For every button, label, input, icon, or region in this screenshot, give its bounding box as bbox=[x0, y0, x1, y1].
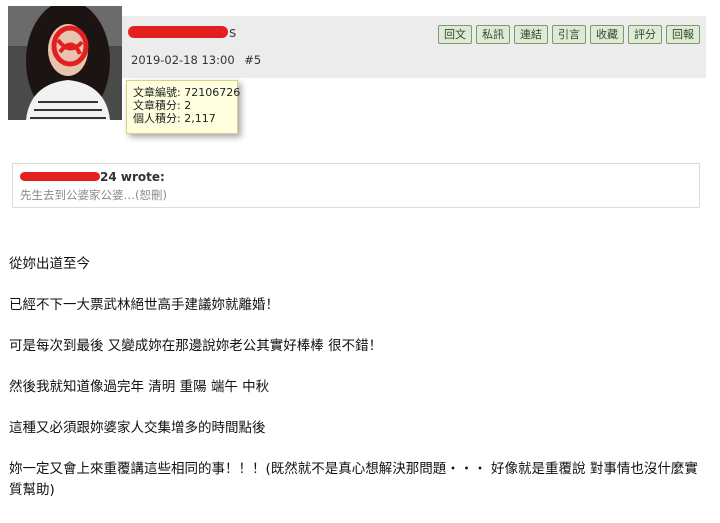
tooltip-article-id: 文章編號: 72106726 bbox=[133, 86, 241, 99]
user-avatar[interactable] bbox=[8, 6, 122, 120]
post-paragraph: 從妳出道至今 bbox=[9, 256, 90, 272]
post-paragraph: 妳一定又會上來重覆講這些相同的事！！！(既然就不是真心想解決那問題・・・ 好像就… bbox=[9, 461, 698, 498]
post-paragraph: 可是每次到最後 又變成妳在那邊說妳老公其實好棒棒 很不錯！ bbox=[9, 338, 383, 354]
private-message-button[interactable]: 私訊 bbox=[476, 25, 510, 44]
username-redaction bbox=[128, 26, 228, 38]
post-actions: 回文 私訊 連結 引言 收藏 評分 回報 bbox=[438, 25, 700, 44]
quote-text: 先生去到公婆家公婆…(恕刪) bbox=[20, 188, 167, 202]
tooltip-personal-score: 個人積分: 2,117 bbox=[133, 112, 216, 125]
reply-button[interactable]: 回文 bbox=[438, 25, 472, 44]
username[interactable]: s bbox=[128, 25, 237, 41]
post-paragraph: 這種又必須跟妳婆家人交集增多的時間點後 bbox=[9, 420, 266, 436]
rate-button[interactable]: 評分 bbox=[628, 25, 662, 44]
quote-author-redaction bbox=[20, 172, 100, 181]
post-body: 從妳出道至今 已經不下一大票武林絕世高手建議妳就離婚！ 可是每次到最後 又變成妳… bbox=[9, 254, 709, 522]
avatar-photo bbox=[8, 6, 122, 120]
post-datetime: 2019-02-18 13:00 bbox=[131, 53, 235, 67]
report-button[interactable]: 回報 bbox=[666, 25, 700, 44]
post-meta: 2019-02-18 13:00 #5 bbox=[131, 53, 267, 67]
link-button[interactable]: 連結 bbox=[514, 25, 548, 44]
quote-author: 24 wrote: bbox=[20, 170, 692, 184]
quote-block: 24 wrote: 先生去到公婆家公婆…(恕刪) bbox=[12, 163, 700, 208]
post-paragraph: 已經不下一大票武林絕世高手建議妳就離婚！ bbox=[9, 297, 279, 313]
quote-button[interactable]: 引言 bbox=[552, 25, 586, 44]
post-paragraph: 然後我就知道像過完年 清明 重陽 端午 中秋 bbox=[9, 379, 270, 395]
tooltip-article-score: 文章積分: 2 bbox=[133, 99, 192, 112]
user-info-tooltip: 文章編號: 72106726 文章積分: 2 個人積分: 2,117 bbox=[126, 80, 241, 134]
post-header: s 2019-02-18 13:00 #5 回文 私訊 連結 引言 收藏 評分 … bbox=[122, 16, 706, 78]
bookmark-button[interactable]: 收藏 bbox=[590, 25, 624, 44]
post-number[interactable]: #5 bbox=[244, 53, 261, 67]
